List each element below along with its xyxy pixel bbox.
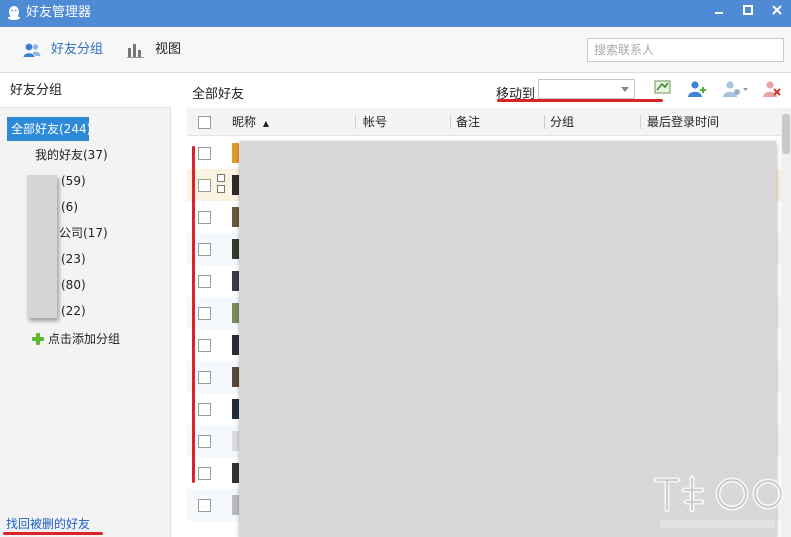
row-checkbox[interactable] xyxy=(198,499,211,512)
tab-view[interactable]: 视图 xyxy=(127,39,197,61)
avatar xyxy=(232,239,239,259)
tab-view-label: 视图 xyxy=(155,42,182,57)
group-item[interactable]: 我的好友(37) xyxy=(0,143,171,167)
watermark-logo xyxy=(653,475,784,528)
send-message-icon xyxy=(654,80,671,94)
avatar xyxy=(232,367,239,387)
avatar xyxy=(232,303,239,323)
delete-friend-icon xyxy=(763,81,781,97)
avatar xyxy=(232,463,239,483)
row-checkbox[interactable] xyxy=(198,243,211,256)
avatar xyxy=(232,271,239,291)
qq-penguin-icon xyxy=(8,6,20,20)
plus-icon xyxy=(32,333,44,345)
add-friend-icon xyxy=(688,81,706,97)
annotation-underline xyxy=(497,99,663,102)
row-collapse-icon[interactable] xyxy=(217,185,225,193)
send-message-button[interactable] xyxy=(654,80,674,98)
group-item[interactable]: (80) xyxy=(0,273,171,297)
avatar xyxy=(232,495,239,515)
minimize-icon xyxy=(715,12,723,14)
column-divider[interactable] xyxy=(355,115,356,129)
avatar xyxy=(232,399,239,419)
redaction-overlay xyxy=(27,175,57,318)
select-all-checkbox[interactable] xyxy=(198,116,211,129)
row-checkbox[interactable] xyxy=(198,467,211,480)
column-header-last-login[interactable]: 最后登录时间 xyxy=(647,108,719,136)
row-checkbox[interactable] xyxy=(198,371,211,384)
table-header: 昵称 ▲ 帐号 备注 分组 最后登录时间 xyxy=(187,108,781,136)
row-checkbox[interactable] xyxy=(198,307,211,320)
friend-settings-button[interactable] xyxy=(722,80,750,98)
avatar xyxy=(232,207,239,227)
add-group-label: 点击添加分组 xyxy=(48,332,121,346)
close-icon xyxy=(772,5,782,15)
maximize-icon xyxy=(743,5,753,15)
column-nickname-label: 昵称 xyxy=(232,115,257,129)
column-header-group[interactable]: 分组 xyxy=(550,108,574,136)
tab-friend-groups[interactable]: 好友分组 xyxy=(23,39,133,61)
move-to-dropdown[interactable] xyxy=(538,79,635,99)
group-item-all[interactable]: 全部好友(244) xyxy=(7,117,91,141)
sort-up-icon: ▲ xyxy=(262,119,269,128)
delete-friend-button[interactable] xyxy=(762,80,782,98)
annotation-vertical-line xyxy=(192,146,195,483)
list-title: 全部好友 xyxy=(192,87,245,102)
sidebar-header: 好友分组 xyxy=(0,74,171,108)
row-checkbox[interactable] xyxy=(198,275,211,288)
row-checkbox[interactable] xyxy=(198,211,211,224)
search-input[interactable] xyxy=(588,39,783,61)
annotation-underline xyxy=(3,532,103,535)
row-checkbox[interactable] xyxy=(198,339,211,352)
toolbar: 好友分组 视图 xyxy=(0,27,791,73)
close-button[interactable] xyxy=(765,2,789,24)
group-item[interactable]: (23) xyxy=(0,247,171,271)
maximize-button[interactable] xyxy=(736,2,760,24)
column-divider[interactable] xyxy=(640,115,641,129)
avatar xyxy=(232,175,239,195)
group-item[interactable]: (59) xyxy=(0,169,171,193)
column-divider[interactable] xyxy=(544,115,545,129)
row-checkbox[interactable] xyxy=(198,435,211,448)
avatar xyxy=(232,143,239,163)
chevron-down-icon xyxy=(621,87,629,92)
group-item[interactable]: 公司(17) xyxy=(0,221,171,245)
title-bar: 好友管理器 xyxy=(0,0,791,27)
column-divider[interactable] xyxy=(450,115,451,129)
scrollbar-thumb[interactable] xyxy=(782,114,790,154)
chart-view-icon xyxy=(127,44,144,58)
row-expand-icon[interactable] xyxy=(217,174,225,182)
group-item[interactable]: (6) xyxy=(0,195,171,219)
group-item[interactable]: (22) xyxy=(0,299,171,323)
sidebar: 好友分组 全部好友(244) 我的好友(37) (59) (6) 公司(17) … xyxy=(0,74,171,537)
settings-dropdown-icon xyxy=(723,81,748,97)
row-checkbox[interactable] xyxy=(198,147,211,160)
avatar xyxy=(232,431,239,451)
minimize-button[interactable] xyxy=(707,2,731,24)
friends-group-icon xyxy=(23,43,41,57)
column-header-remark[interactable]: 备注 xyxy=(456,108,480,136)
search-box[interactable] xyxy=(587,38,784,62)
column-header-nickname[interactable]: 昵称 ▲ xyxy=(232,108,269,136)
row-checkbox[interactable] xyxy=(198,403,211,416)
avatar xyxy=(232,335,239,355)
row-checkbox[interactable] xyxy=(198,179,211,192)
tab-friend-groups-label: 好友分组 xyxy=(51,42,104,57)
column-header-account[interactable]: 帐号 xyxy=(363,108,387,136)
add-friend-button[interactable] xyxy=(687,80,707,98)
find-deleted-friends-link[interactable]: 找回被删的好友 xyxy=(6,515,90,532)
window-title: 好友管理器 xyxy=(26,5,92,20)
